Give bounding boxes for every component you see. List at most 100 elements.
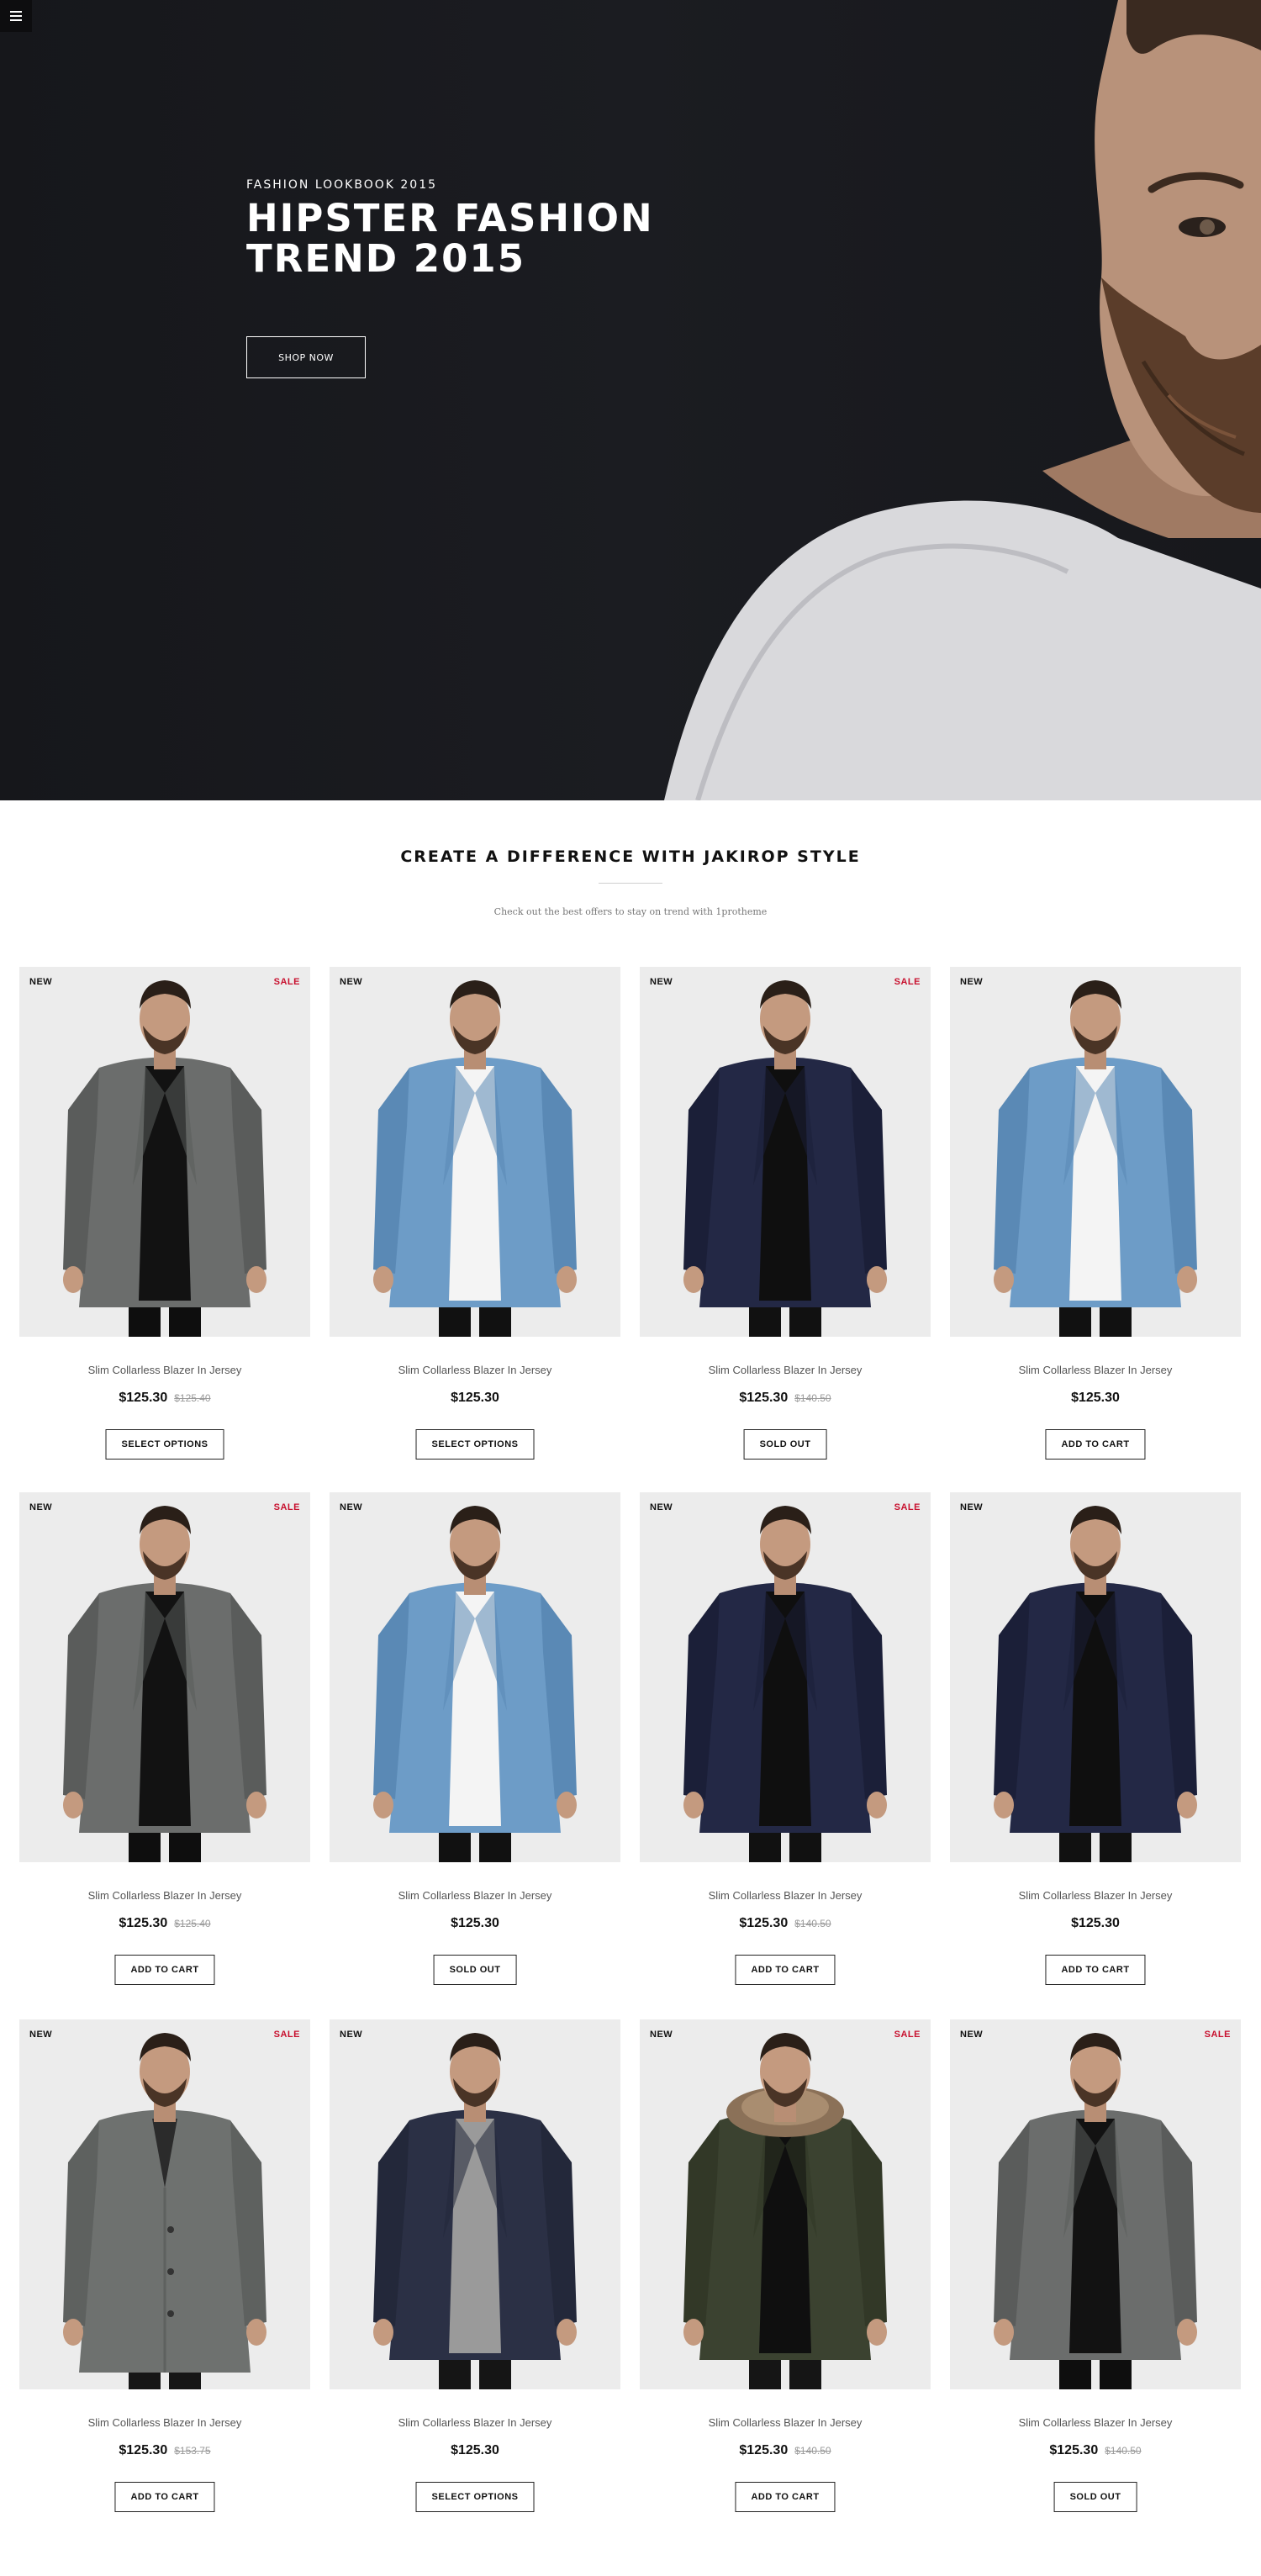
product-image[interactable]: NEW SALE [19, 967, 310, 1337]
new-badge: NEW [960, 1502, 984, 1512]
product-old-price: $125.40 [174, 1918, 211, 1929]
new-badge: NEW [340, 977, 363, 987]
product-image[interactable]: NEW [330, 2019, 620, 2389]
product-price: $125.30 [739, 1391, 789, 1405]
hero-banner: FASHION LOOKBOOK 2015 HIPSTER FASHION TR… [0, 0, 1261, 800]
product-image[interactable]: NEW [330, 1492, 620, 1862]
section-title: CREATE A DIFFERENCE WITH JAKIROP STYLE [400, 847, 861, 866]
product-name[interactable]: Slim Collarless Blazer In Jersey [330, 1889, 620, 1902]
product-card: NEW Slim Collarless Blazer In Jersey $12… [330, 1492, 620, 1985]
sale-badge: SALE [273, 1502, 300, 1512]
sale-badge: SALE [273, 2030, 300, 2040]
product-action-button[interactable]: ADD TO CART [735, 1955, 836, 1985]
product-card: NEW SALE Slim Collarless Blazer In Jerse… [640, 967, 931, 1460]
new-badge: NEW [340, 1502, 363, 1512]
product-price: $125.30 [451, 2443, 499, 2457]
shop-now-button[interactable]: SHOP NOW [246, 336, 366, 378]
product-action-button[interactable]: SELECT OPTIONS [415, 2482, 535, 2512]
product-price: $125.30 [1049, 2443, 1099, 2457]
sale-badge: SALE [894, 2030, 921, 2040]
product-action-button[interactable]: SELECT OPTIONS [105, 1429, 224, 1460]
product-image[interactable]: NEW SALE [19, 1492, 310, 1862]
product-price: $125.30 [451, 1391, 499, 1405]
product-price-row: $125.30 $153.75 [19, 2443, 310, 2458]
product-price-row: $125.30 [330, 1916, 620, 1931]
product-price: $125.30 [119, 1391, 168, 1405]
product-image[interactable]: NEW SALE [19, 2019, 310, 2389]
hero-kicker: FASHION LOOKBOOK 2015 [246, 178, 438, 192]
product-price-row: $125.30 [330, 1391, 620, 1406]
product-action-button[interactable]: SELECT OPTIONS [415, 1429, 535, 1460]
product-price-row: $125.30 $140.50 [640, 1391, 931, 1406]
product-card: NEW SALE Slim Collarless Blazer In Jerse… [950, 2019, 1241, 2512]
product-image[interactable]: NEW SALE [640, 1492, 931, 1862]
hamburger-menu-icon[interactable] [0, 0, 32, 32]
product-name[interactable]: Slim Collarless Blazer In Jersey [640, 2416, 931, 2429]
new-badge: NEW [650, 2030, 673, 2040]
product-old-price: $140.50 [794, 1392, 831, 1404]
sale-badge: SALE [1204, 2030, 1231, 2040]
product-image[interactable]: NEW [950, 967, 1241, 1337]
product-card: NEW Slim Collarless Blazer In Jersey $12… [330, 967, 620, 1460]
product-old-price: $153.75 [174, 2445, 211, 2457]
product-image[interactable]: NEW SALE [640, 967, 931, 1337]
product-image[interactable]: NEW [950, 1492, 1241, 1862]
new-badge: NEW [650, 977, 673, 987]
product-price-row: $125.30 [950, 1391, 1241, 1406]
product-old-price: $125.40 [174, 1392, 211, 1404]
product-action-button[interactable]: SOLD OUT [1053, 2482, 1137, 2512]
product-price-row: $125.30 [330, 2443, 620, 2458]
product-name[interactable]: Slim Collarless Blazer In Jersey [640, 1889, 931, 1902]
product-card: NEW SALE Slim Collarless Blazer In Jerse… [19, 1492, 310, 1985]
product-image[interactable]: NEW [330, 967, 620, 1337]
product-price: $125.30 [1071, 1916, 1120, 1930]
product-price-row: $125.30 $125.40 [19, 1391, 310, 1406]
product-card: NEW SALE Slim Collarless Blazer In Jerse… [640, 1492, 931, 1985]
new-badge: NEW [29, 2030, 53, 2040]
product-card: NEW Slim Collarless Blazer In Jersey $12… [950, 1492, 1241, 1985]
hero-model-image [664, 0, 1261, 800]
product-image[interactable]: NEW SALE [640, 2019, 931, 2389]
product-price-row: $125.30 $140.50 [950, 2443, 1241, 2458]
new-badge: NEW [29, 977, 53, 987]
product-price: $125.30 [739, 1916, 789, 1930]
product-name[interactable]: Slim Collarless Blazer In Jersey [19, 1889, 310, 1902]
product-old-price: $140.50 [794, 1918, 831, 1929]
product-card: NEW Slim Collarless Blazer In Jersey $12… [950, 967, 1241, 1460]
section-subtitle: Check out the best offers to stay on tre… [493, 906, 768, 917]
product-name[interactable]: Slim Collarless Blazer In Jersey [950, 2416, 1241, 2429]
sale-badge: SALE [894, 1502, 921, 1512]
sale-badge: SALE [894, 977, 921, 987]
product-name[interactable]: Slim Collarless Blazer In Jersey [330, 2416, 620, 2429]
product-card: NEW SALE Slim Collarless Blazer In Jerse… [19, 2019, 310, 2512]
product-action-button[interactable]: ADD TO CART [735, 2482, 836, 2512]
product-name[interactable]: Slim Collarless Blazer In Jersey [950, 1889, 1241, 1902]
product-old-price: $140.50 [794, 2445, 831, 2457]
product-name[interactable]: Slim Collarless Blazer In Jersey [19, 1364, 310, 1376]
product-name[interactable]: Slim Collarless Blazer In Jersey [330, 1364, 620, 1376]
sale-badge: SALE [273, 977, 300, 987]
section-divider [599, 883, 662, 884]
product-name[interactable]: Slim Collarless Blazer In Jersey [640, 1364, 931, 1376]
product-action-button[interactable]: SOLD OUT [743, 1429, 827, 1460]
product-price-row: $125.30 $140.50 [640, 1916, 931, 1931]
product-action-button[interactable]: ADD TO CART [114, 2482, 215, 2512]
product-card: NEW SALE Slim Collarless Blazer In Jerse… [640, 2019, 931, 2512]
product-action-button[interactable]: ADD TO CART [1045, 1429, 1146, 1460]
product-price: $125.30 [119, 2443, 168, 2457]
product-name[interactable]: Slim Collarless Blazer In Jersey [19, 2416, 310, 2429]
product-card: NEW Slim Collarless Blazer In Jersey $12… [330, 2019, 620, 2512]
product-card: NEW SALE Slim Collarless Blazer In Jerse… [19, 967, 310, 1460]
product-action-button[interactable]: ADD TO CART [114, 1955, 215, 1985]
new-badge: NEW [340, 2030, 363, 2040]
product-image[interactable]: NEW SALE [950, 2019, 1241, 2389]
new-badge: NEW [960, 977, 984, 987]
product-action-button[interactable]: SOLD OUT [433, 1955, 517, 1985]
product-action-button[interactable]: ADD TO CART [1045, 1955, 1146, 1985]
product-name[interactable]: Slim Collarless Blazer In Jersey [950, 1364, 1241, 1376]
product-price-row: $125.30 $140.50 [640, 2443, 931, 2458]
product-price: $125.30 [119, 1916, 168, 1930]
product-price: $125.30 [1071, 1391, 1120, 1405]
product-old-price: $140.50 [1105, 2445, 1142, 2457]
product-price: $125.30 [739, 2443, 789, 2457]
